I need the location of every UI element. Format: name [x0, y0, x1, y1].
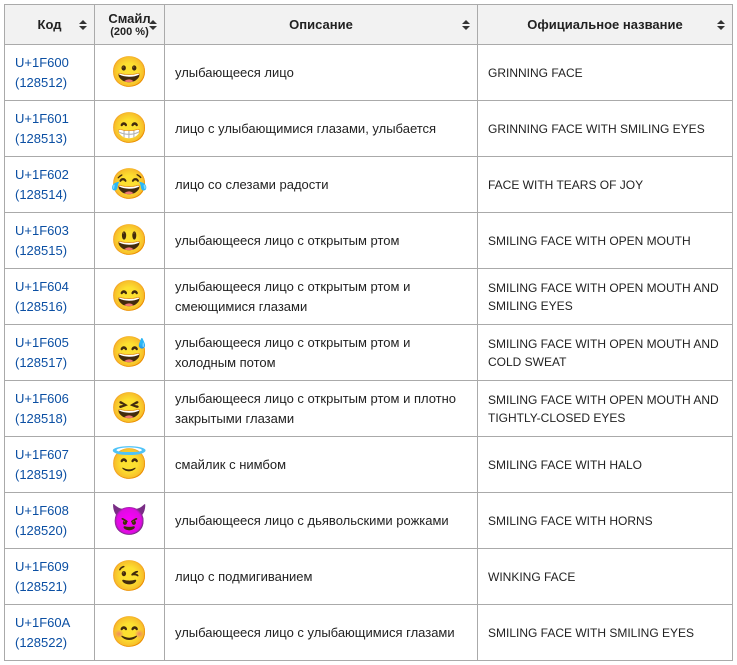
decimal-value: (128518)	[15, 409, 84, 429]
decimal-value: (128522)	[15, 633, 84, 653]
cell-description: улыбающееся лицо с улыбающимися глазами	[165, 605, 478, 661]
cell-code: U+1F609(128521)	[5, 549, 95, 605]
cell-official-name: GRINNING FACE WITH SMILING EYES	[478, 101, 733, 157]
table-row: U+1F600(128512)😀улыбающееся лицоGRINNING…	[5, 45, 733, 101]
sort-icon[interactable]	[716, 17, 726, 33]
unicode-value: U+1F602	[15, 165, 84, 185]
cell-official-name: SMILING FACE WITH OPEN MOUTH AND COLD SW…	[478, 325, 733, 381]
cell-emoji: 😅	[95, 325, 165, 381]
cell-official-name: SMILING FACE WITH OPEN MOUTH AND TIGHTLY…	[478, 381, 733, 437]
cell-official-name: SMILING FACE WITH OPEN MOUTH	[478, 213, 733, 269]
table-row: U+1F60A(128522)😊улыбающееся лицо с улыба…	[5, 605, 733, 661]
col-header-code-label: Код	[38, 17, 62, 32]
cell-emoji: 😈	[95, 493, 165, 549]
cell-code: U+1F604(128516)	[5, 269, 95, 325]
cell-description: лицо с улыбающимися глазами, улыбается	[165, 101, 478, 157]
cell-emoji: 😉	[95, 549, 165, 605]
cell-official-name: SMILING FACE WITH HORNS	[478, 493, 733, 549]
cell-emoji: 😀	[95, 45, 165, 101]
col-header-desc-label: Описание	[289, 17, 353, 32]
decimal-value: (128513)	[15, 129, 84, 149]
cell-emoji: 😁	[95, 101, 165, 157]
header-row: Код Смайл (200 %) Описание Официальное н…	[5, 5, 733, 45]
sort-icon[interactable]	[461, 17, 471, 33]
cell-description: улыбающееся лицо с дьявольскими рожками	[165, 493, 478, 549]
decimal-value: (128515)	[15, 241, 84, 261]
decimal-value: (128516)	[15, 297, 84, 317]
cell-emoji: 😃	[95, 213, 165, 269]
unicode-value: U+1F605	[15, 333, 84, 353]
decimal-value: (128520)	[15, 521, 84, 541]
cell-code: U+1F606(128518)	[5, 381, 95, 437]
table-row: U+1F605(128517)😅улыбающееся лицо с откры…	[5, 325, 733, 381]
table-row: U+1F607(128519)😇смайлик с нимбомSMILING …	[5, 437, 733, 493]
decimal-value: (128514)	[15, 185, 84, 205]
table-row: U+1F603(128515)😃улыбающееся лицо с откры…	[5, 213, 733, 269]
cell-emoji: 😂	[95, 157, 165, 213]
table-row: U+1F608(128520)😈улыбающееся лицо с дьяво…	[5, 493, 733, 549]
cell-official-name: GRINNING FACE	[478, 45, 733, 101]
unicode-value: U+1F603	[15, 221, 84, 241]
col-header-name[interactable]: Официальное название	[478, 5, 733, 45]
cell-emoji: 😇	[95, 437, 165, 493]
unicode-value: U+1F606	[15, 389, 84, 409]
cell-emoji: 😊	[95, 605, 165, 661]
cell-official-name: SMILING FACE WITH HALO	[478, 437, 733, 493]
cell-official-name: WINKING FACE	[478, 549, 733, 605]
decimal-value: (128521)	[15, 577, 84, 597]
decimal-value: (128512)	[15, 73, 84, 93]
cell-official-name: SMILING FACE WITH OPEN MOUTH AND SMILING…	[478, 269, 733, 325]
col-header-code[interactable]: Код	[5, 5, 95, 45]
table-row: U+1F604(128516)😄улыбающееся лицо с откры…	[5, 269, 733, 325]
cell-official-name: SMILING FACE WITH SMILING EYES	[478, 605, 733, 661]
cell-code: U+1F601(128513)	[5, 101, 95, 157]
cell-code: U+1F600(128512)	[5, 45, 95, 101]
cell-description: улыбающееся лицо с открытым ртом и холод…	[165, 325, 478, 381]
emoji-table: Код Смайл (200 %) Описание Официальное н…	[4, 4, 733, 661]
cell-description: лицо со слезами радости	[165, 157, 478, 213]
cell-description: лицо с подмигиванием	[165, 549, 478, 605]
decimal-value: (128517)	[15, 353, 84, 373]
col-header-emoji[interactable]: Смайл (200 %)	[95, 5, 165, 45]
table-row: U+1F601(128513)😁лицо с улыбающимися глаз…	[5, 101, 733, 157]
cell-description: улыбающееся лицо	[165, 45, 478, 101]
cell-code: U+1F603(128515)	[5, 213, 95, 269]
cell-description: улыбающееся лицо с открытым ртом и смеющ…	[165, 269, 478, 325]
cell-description: улыбающееся лицо с открытым ртом и плотн…	[165, 381, 478, 437]
cell-description: смайлик с нимбом	[165, 437, 478, 493]
sort-icon[interactable]	[148, 17, 158, 33]
sort-icon[interactable]	[78, 17, 88, 33]
unicode-value: U+1F60A	[15, 613, 84, 633]
table-row: U+1F609(128521)😉лицо с подмигиваниемWINK…	[5, 549, 733, 605]
col-header-name-label: Официальное название	[527, 17, 682, 32]
cell-emoji: 😄	[95, 269, 165, 325]
cell-description: улыбающееся лицо с открытым ртом	[165, 213, 478, 269]
unicode-value: U+1F604	[15, 277, 84, 297]
table-row: U+1F602(128514)😂лицо со слезами радостиF…	[5, 157, 733, 213]
cell-code: U+1F608(128520)	[5, 493, 95, 549]
unicode-value: U+1F609	[15, 557, 84, 577]
unicode-value: U+1F607	[15, 445, 84, 465]
unicode-value: U+1F600	[15, 53, 84, 73]
cell-code: U+1F602(128514)	[5, 157, 95, 213]
unicode-value: U+1F608	[15, 501, 84, 521]
decimal-value: (128519)	[15, 465, 84, 485]
table-row: U+1F606(128518)😆улыбающееся лицо с откры…	[5, 381, 733, 437]
col-header-desc[interactable]: Описание	[165, 5, 478, 45]
cell-official-name: FACE WITH TEARS OF JOY	[478, 157, 733, 213]
cell-code: U+1F60A(128522)	[5, 605, 95, 661]
cell-emoji: 😆	[95, 381, 165, 437]
unicode-value: U+1F601	[15, 109, 84, 129]
col-header-emoji-label: Смайл	[108, 11, 150, 26]
cell-code: U+1F605(128517)	[5, 325, 95, 381]
cell-code: U+1F607(128519)	[5, 437, 95, 493]
